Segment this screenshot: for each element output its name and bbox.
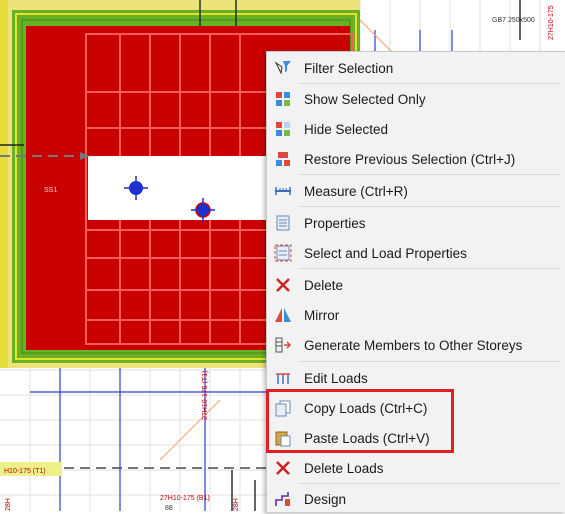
restore-selection-icon: [273, 149, 293, 169]
slab-opening: [88, 156, 270, 220]
menu-item-mirror[interactable]: Mirror: [267, 300, 565, 330]
rebar-label: 28H: [5, 498, 12, 511]
menu-item-label: Properties: [304, 215, 366, 231]
menu-item-delete-loads[interactable]: Delete Loads: [267, 453, 565, 483]
menu-item-label: Filter Selection: [304, 60, 394, 76]
menu-item-delete[interactable]: Delete: [267, 270, 565, 300]
generate-members-icon: [273, 335, 293, 355]
design-icon: [273, 489, 293, 509]
beam-label: GB7 250x500: [492, 17, 535, 24]
edit-loads-icon: [273, 368, 293, 388]
menu-item-label: Show Selected Only: [304, 91, 426, 107]
mirror-icon: [273, 305, 293, 325]
menu-item-label: Edit Loads: [304, 370, 368, 386]
menu-item-label: Design: [304, 491, 347, 507]
menu-item-select-and-load-properties[interactable]: Select and Load Properties: [267, 238, 565, 268]
rebar-label: 27H10-175 (B1): [160, 495, 210, 502]
rebar-label: H10-175 (T1): [4, 468, 46, 475]
menu-separator: [299, 268, 560, 269]
measure-icon: [273, 181, 293, 201]
menu-separator: [299, 361, 560, 362]
menu-item-filter-selection[interactable]: Filter Selection: [267, 53, 565, 83]
menu-item-label: Hide Selected: [304, 121, 389, 137]
menu-item-label: Select and Load Properties: [304, 245, 467, 261]
slab-label: SS1: [44, 187, 57, 194]
menu-item-label: Delete Loads: [304, 460, 384, 476]
filter-icon: [273, 58, 293, 78]
show-selected-icon: [273, 89, 293, 109]
hide-selected-icon: [273, 119, 293, 139]
rebar-label: 28H: [233, 498, 240, 511]
properties-icon: [273, 213, 293, 233]
menu-item-label: Restore Previous Selection (Ctrl+J): [304, 151, 516, 167]
menu-item-restore-previous-selection[interactable]: Restore Previous Selection (Ctrl+J): [267, 144, 565, 174]
highlight-box: [266, 389, 454, 453]
delete-loads-icon: [273, 458, 293, 478]
menu-item-hide-selected[interactable]: Hide Selected: [267, 114, 565, 144]
menu-item-label: Mirror: [304, 307, 340, 323]
menu-item-generate-members[interactable]: Generate Members to Other Storeys: [267, 330, 565, 360]
menu-item-measure[interactable]: Measure (Ctrl+R): [267, 176, 565, 206]
menu-item-properties[interactable]: Properties: [267, 208, 565, 238]
menu-item-label: Delete: [304, 277, 344, 293]
delete-icon: [273, 275, 293, 295]
menu-item-label: Generate Members to Other Storeys: [304, 337, 523, 353]
rebar-label: 27H10-175: [548, 5, 555, 40]
menu-separator: [299, 174, 560, 175]
menu-item-show-selected-only[interactable]: Show Selected Only: [267, 84, 565, 114]
select-load-properties-icon: [273, 243, 293, 263]
menu-separator: [299, 206, 560, 207]
menu-item-design[interactable]: Design: [267, 484, 565, 514]
mark-label: 88: [165, 505, 173, 511]
menu-item-label: Measure (Ctrl+R): [304, 183, 408, 199]
rebar-label: 27H10-175 (T1): [202, 371, 209, 420]
